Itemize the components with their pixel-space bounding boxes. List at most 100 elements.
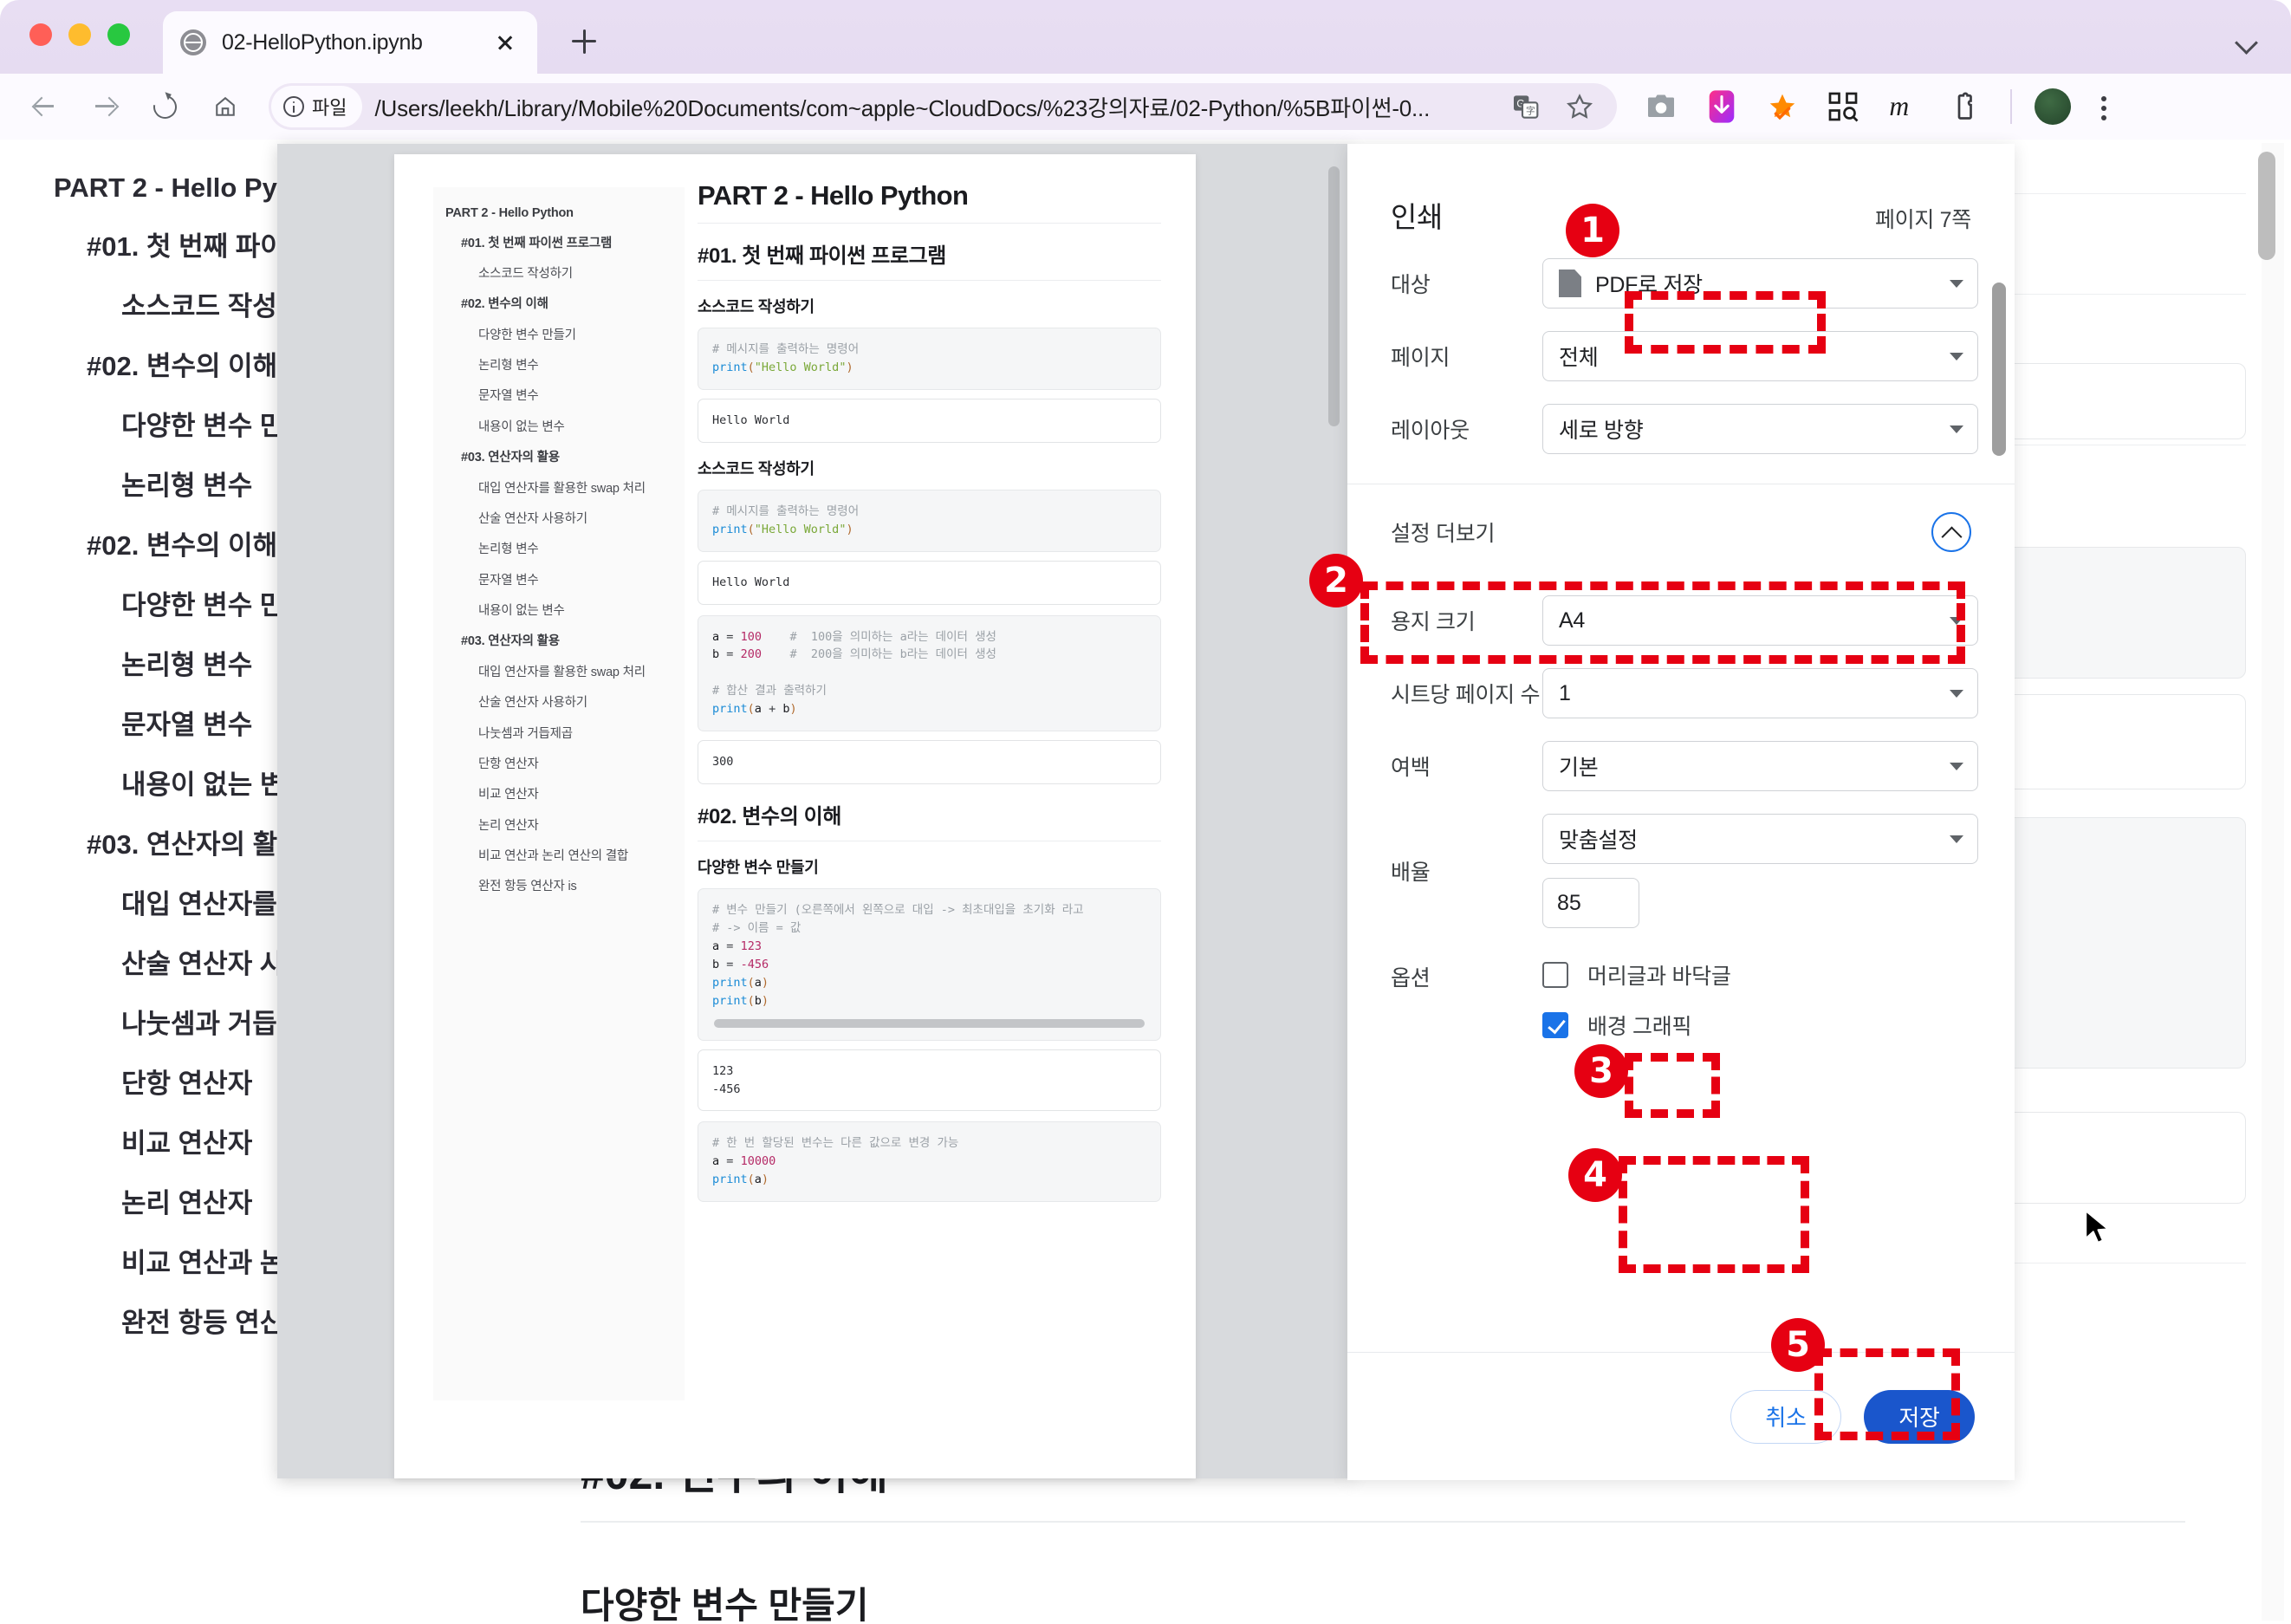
toc-item[interactable]: #02. 변수의 이해 xyxy=(0,334,520,393)
avatar[interactable] xyxy=(2035,88,2071,125)
home-icon xyxy=(214,95,237,118)
more-settings-toggle[interactable]: 설정 더보기 xyxy=(1347,503,2015,561)
options-label: 옵션 xyxy=(1391,966,1431,991)
close-window-button[interactable] xyxy=(29,23,52,46)
print-dialog-header: 인쇄 페이지 7쪽 xyxy=(1347,144,2015,236)
download-arrow-icon[interactable] xyxy=(1698,83,1745,130)
back-button[interactable] xyxy=(19,82,68,131)
cancel-button[interactable]: 취소 xyxy=(1730,1389,1841,1444)
print-dialog-title: 인쇄 xyxy=(1391,201,1443,233)
page-scrollbar-thumb[interactable] xyxy=(2258,152,2275,260)
paper-size-label: 용지 크기 xyxy=(1391,610,1476,634)
more-settings-label: 설정 더보기 xyxy=(1391,522,1496,546)
toolbar-divider xyxy=(2010,89,2012,124)
scale-mode-value: 맞춤설정 xyxy=(1559,828,1638,853)
background-graphics-option[interactable]: 배경 그래픽 xyxy=(1542,1010,1978,1041)
arrow-left-icon xyxy=(33,96,54,117)
close-icon[interactable] xyxy=(490,28,520,57)
pages-per-sheet-select[interactable]: 1 xyxy=(1542,668,1978,718)
chevron-down-icon xyxy=(1950,762,1963,770)
toc-item[interactable]: 완전 항등 연산자 xyxy=(0,1290,520,1350)
page-count-label: 페이지 7쪽 xyxy=(1874,208,1971,232)
toc-item[interactable]: 논리 연산자 xyxy=(0,1171,520,1231)
options-row: 옵션 머리글과 바닥글 배경 그래픽 xyxy=(1347,959,2015,1060)
svg-text:字: 字 xyxy=(1526,106,1535,117)
toc-item[interactable]: 비교 연산과 논리 xyxy=(0,1231,520,1290)
toc-item[interactable]: 산술 연산자 사용 xyxy=(0,932,520,991)
pages-select[interactable]: 전체 xyxy=(1542,331,1978,381)
save-button[interactable]: 저장 xyxy=(1864,1389,1975,1444)
toc-item[interactable]: 논리형 변수 xyxy=(0,633,520,692)
forward-button[interactable] xyxy=(80,82,128,131)
site-info-chip[interactable]: 파일 xyxy=(271,86,363,127)
chevron-up-icon[interactable] xyxy=(1931,512,1971,552)
toc-item[interactable]: 나눗셈과 거듭제 xyxy=(0,991,520,1051)
browser-tab[interactable]: 02-HelloPython.ipynb xyxy=(163,11,537,74)
header-footer-checkbox[interactable] xyxy=(1542,962,1568,988)
chevron-down-icon xyxy=(1950,279,1963,288)
reload-button[interactable] xyxy=(140,82,189,131)
toc-item[interactable]: PART 2 - Hello Pyth xyxy=(0,162,520,214)
chevron-down-icon[interactable] xyxy=(2234,28,2260,54)
home-button[interactable] xyxy=(201,82,250,131)
extensions-toolbar: m xyxy=(1638,83,2123,130)
minimize-window-button[interactable] xyxy=(68,23,91,46)
paper-size-value: A4 xyxy=(1559,607,1585,633)
margins-value: 기본 xyxy=(1559,756,1599,780)
omnibox-actions: G 字 xyxy=(1502,83,1617,130)
page-scrollbar-track[interactable] xyxy=(2258,143,2284,1621)
toc-item[interactable]: 다양한 변수 만들 xyxy=(0,573,520,633)
globe-icon xyxy=(180,29,206,55)
toc-item[interactable]: #01. 첫 번째 파이썬 xyxy=(0,214,520,274)
margins-row: 여백 기본 xyxy=(1347,741,2015,791)
toc-item[interactable]: 내용이 없는 변수 xyxy=(0,752,520,812)
toc-item[interactable]: #02. 변수의 이해 xyxy=(0,513,520,573)
window-traffic-lights xyxy=(29,23,130,46)
toc-item[interactable]: 다양한 변수 만들 xyxy=(0,393,520,453)
scale-row: 배율 맞춤설정 85 xyxy=(1347,814,2015,928)
toc-item[interactable]: 문자열 변수 xyxy=(0,692,520,752)
bookmark-star-icon[interactable] xyxy=(1556,83,1603,130)
scale-input[interactable]: 85 xyxy=(1542,878,1639,928)
screenshot-camera-icon[interactable] xyxy=(1638,83,1684,130)
dialog-scrollbar-thumb[interactable] xyxy=(1992,283,2006,456)
layout-row: 레이아웃 세로 방향 xyxy=(1347,404,2015,454)
destination-row: 대상 PDF로 저장 xyxy=(1347,258,2015,309)
paper-size-select[interactable]: A4 xyxy=(1542,595,1978,646)
layout-select[interactable]: 세로 방향 xyxy=(1542,404,1978,454)
background-graphics-checkbox[interactable] xyxy=(1542,1012,1568,1038)
translate-icon[interactable]: G 字 xyxy=(1502,83,1549,130)
address-bar[interactable]: 파일 /Users/leekh/Library/Mobile%20Documen… xyxy=(269,83,1617,130)
print-dialog-footer: 취소 저장 xyxy=(1347,1352,2015,1480)
pdf-document-icon xyxy=(1559,270,1581,297)
scale-select[interactable]: 맞춤설정 xyxy=(1542,814,1978,864)
arrow-right-icon xyxy=(94,96,114,117)
destination-select[interactable]: PDF로 저장 xyxy=(1542,258,1978,309)
toc-item[interactable]: 대입 연산자를 활 xyxy=(0,872,520,932)
window-titlebar: 02-HelloPython.ipynb xyxy=(0,0,2291,74)
m-extension-icon[interactable]: m xyxy=(1880,83,1927,130)
toc-item[interactable]: 비교 연산자 xyxy=(0,1111,520,1171)
highlighter-icon[interactable] xyxy=(1759,83,1806,130)
chevron-down-icon xyxy=(1950,352,1963,361)
toc-item[interactable]: 논리형 변수 xyxy=(0,453,520,513)
kebab-menu-icon[interactable] xyxy=(2085,83,2123,130)
toc-item[interactable]: 단항 연산자 xyxy=(0,1051,520,1111)
new-tab-button[interactable] xyxy=(563,21,605,62)
toc-item[interactable]: #03. 연산자의 활용 xyxy=(0,812,520,872)
chevron-down-icon xyxy=(1950,616,1963,625)
qr-scan-icon[interactable] xyxy=(1820,83,1866,130)
scale-label: 배율 xyxy=(1391,861,1431,885)
toc-item[interactable]: 소스코드 작성하 xyxy=(0,274,520,334)
pages-per-sheet-row: 시트당 페이지 수 1 xyxy=(1347,668,2015,718)
destination-value: PDF로 저장 xyxy=(1595,273,1703,297)
puzzle-extension-icon[interactable] xyxy=(1941,83,1988,130)
header-footer-label: 머리글과 바닥글 xyxy=(1587,965,1731,989)
print-dialog: 인쇄 페이지 7쪽 대상 PDF로 저장 페이지 전체 레이아웃 세로 방향 설… xyxy=(1347,144,2015,1480)
margins-select[interactable]: 기본 xyxy=(1542,741,1978,791)
header-footer-option[interactable]: 머리글과 바닥글 xyxy=(1542,959,1978,991)
pages-per-sheet-value: 1 xyxy=(1559,680,1571,705)
browser-window: 02-HelloPython.ipynb 파일 /Users/leekh/Lib… xyxy=(0,0,2291,1624)
maximize-window-button[interactable] xyxy=(107,23,130,46)
destination-label: 대상 xyxy=(1391,273,1431,297)
